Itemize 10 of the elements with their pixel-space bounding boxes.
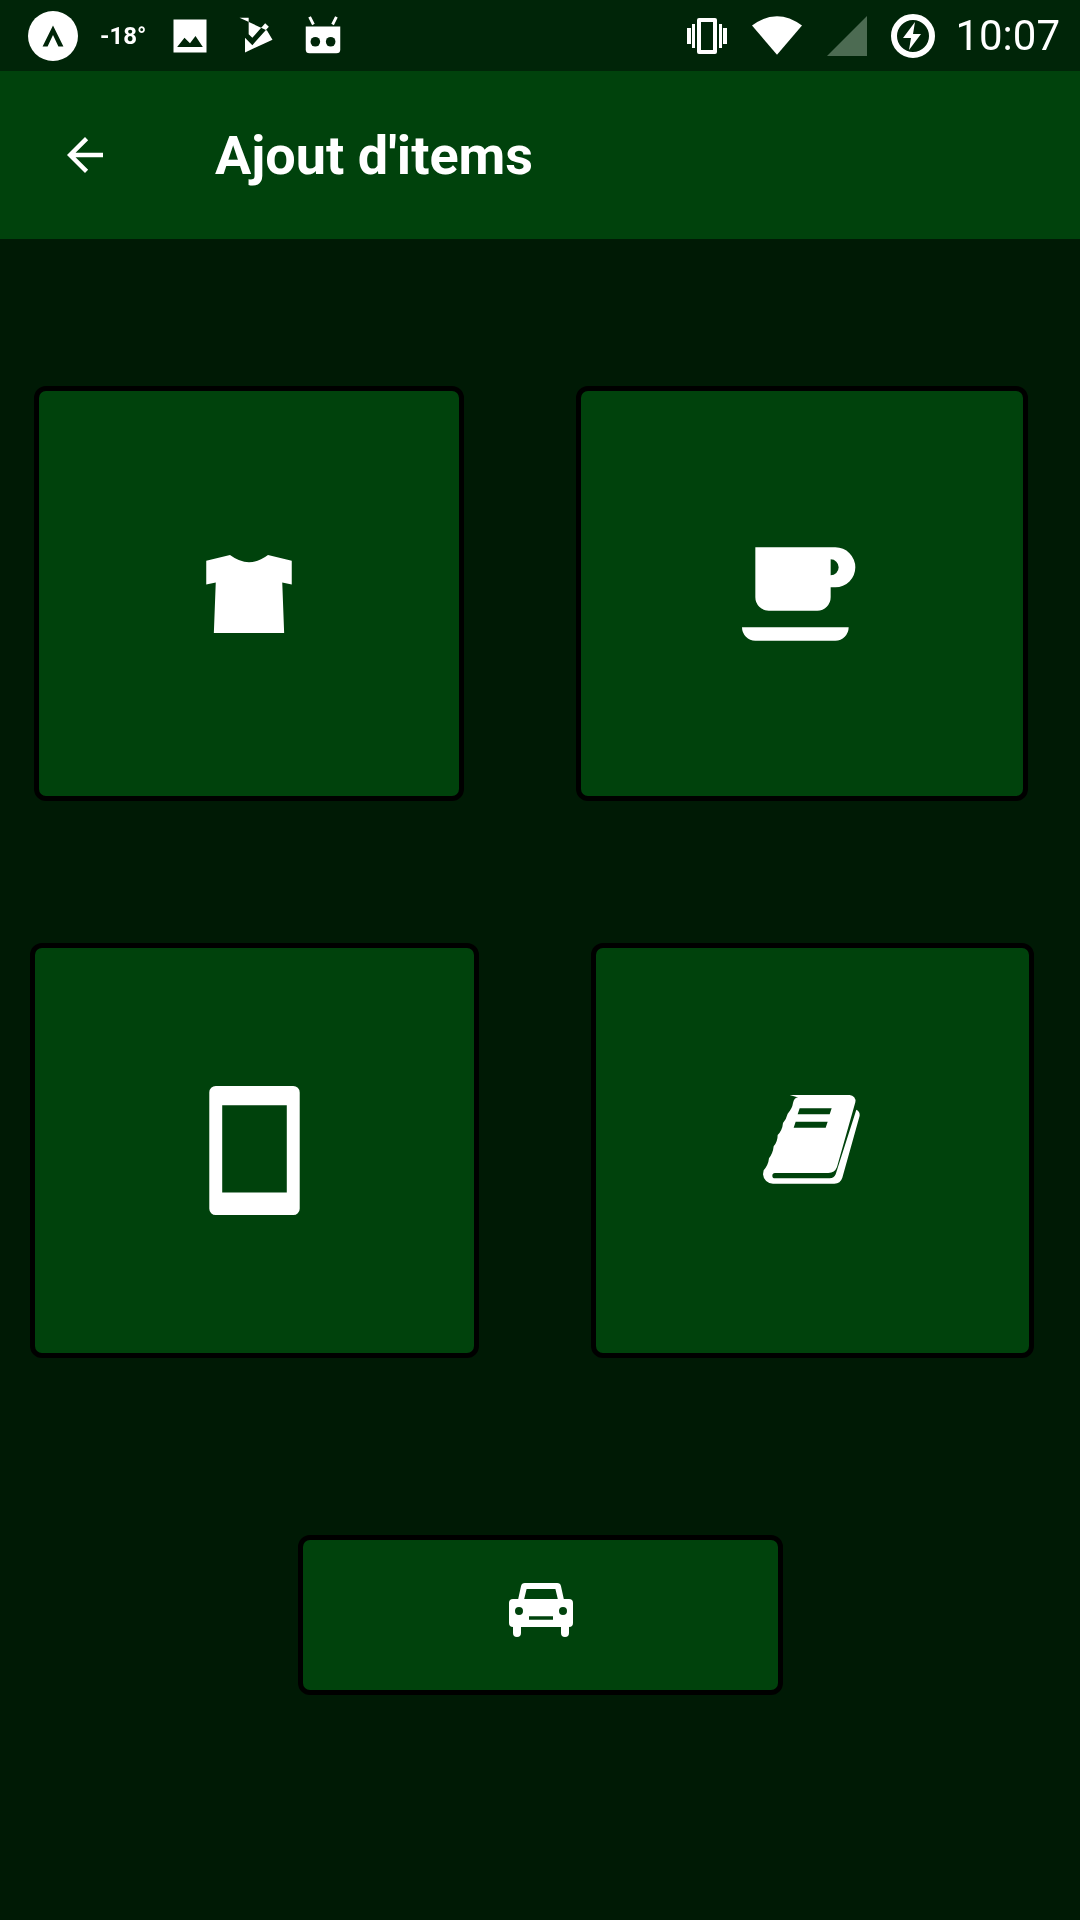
category-tile[interactable] <box>298 1535 783 1695</box>
clock: 10:07 <box>955 11 1060 60</box>
temperature: -18° <box>100 21 147 50</box>
battery-charging-icon <box>889 11 938 60</box>
app-logo-icon <box>28 10 78 61</box>
category-tile[interactable] <box>34 386 464 801</box>
category-tile[interactable] <box>591 943 1034 1358</box>
screen-title: Ajout d'items <box>215 123 534 187</box>
category-tile[interactable] <box>576 386 1028 801</box>
category-tile[interactable] <box>30 943 479 1358</box>
